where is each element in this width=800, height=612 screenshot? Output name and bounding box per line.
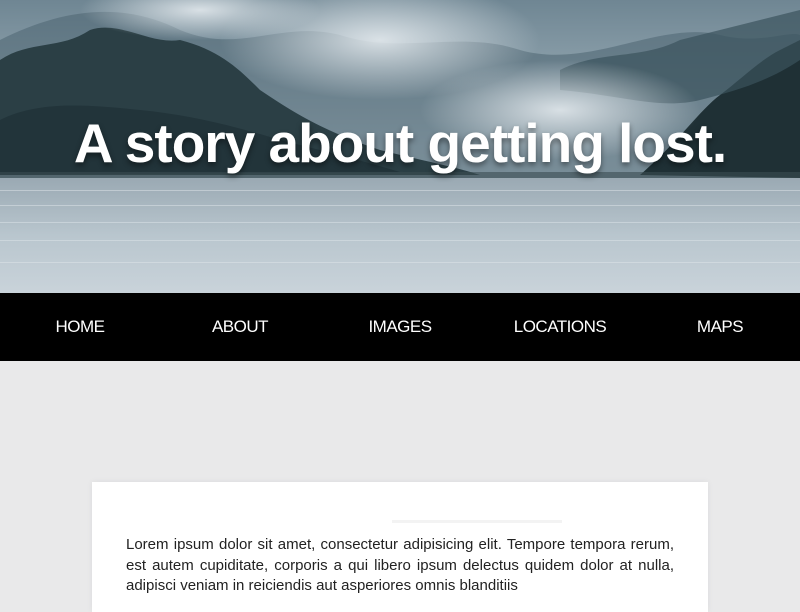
card-heading-placeholder — [392, 520, 562, 523]
nav-item-home[interactable]: HOME — [0, 293, 160, 361]
nav-item-locations[interactable]: LOCATIONS — [480, 293, 640, 361]
nav-item-images[interactable]: IMAGES — [320, 293, 480, 361]
nav-item-maps[interactable]: MAPS — [640, 293, 800, 361]
hero-banner: A story about getting lost. — [0, 0, 800, 293]
article-body-text: Lorem ipsum dolor sit amet, consectetur … — [126, 536, 674, 594]
hero-title: A story about getting lost. — [73, 112, 727, 174]
main-navigation: HOME ABOUT IMAGES LOCATIONS MAPS — [0, 293, 800, 361]
article-card: Lorem ipsum dolor sit amet, consectetur … — [92, 482, 708, 612]
nav-item-about[interactable]: ABOUT — [160, 293, 320, 361]
